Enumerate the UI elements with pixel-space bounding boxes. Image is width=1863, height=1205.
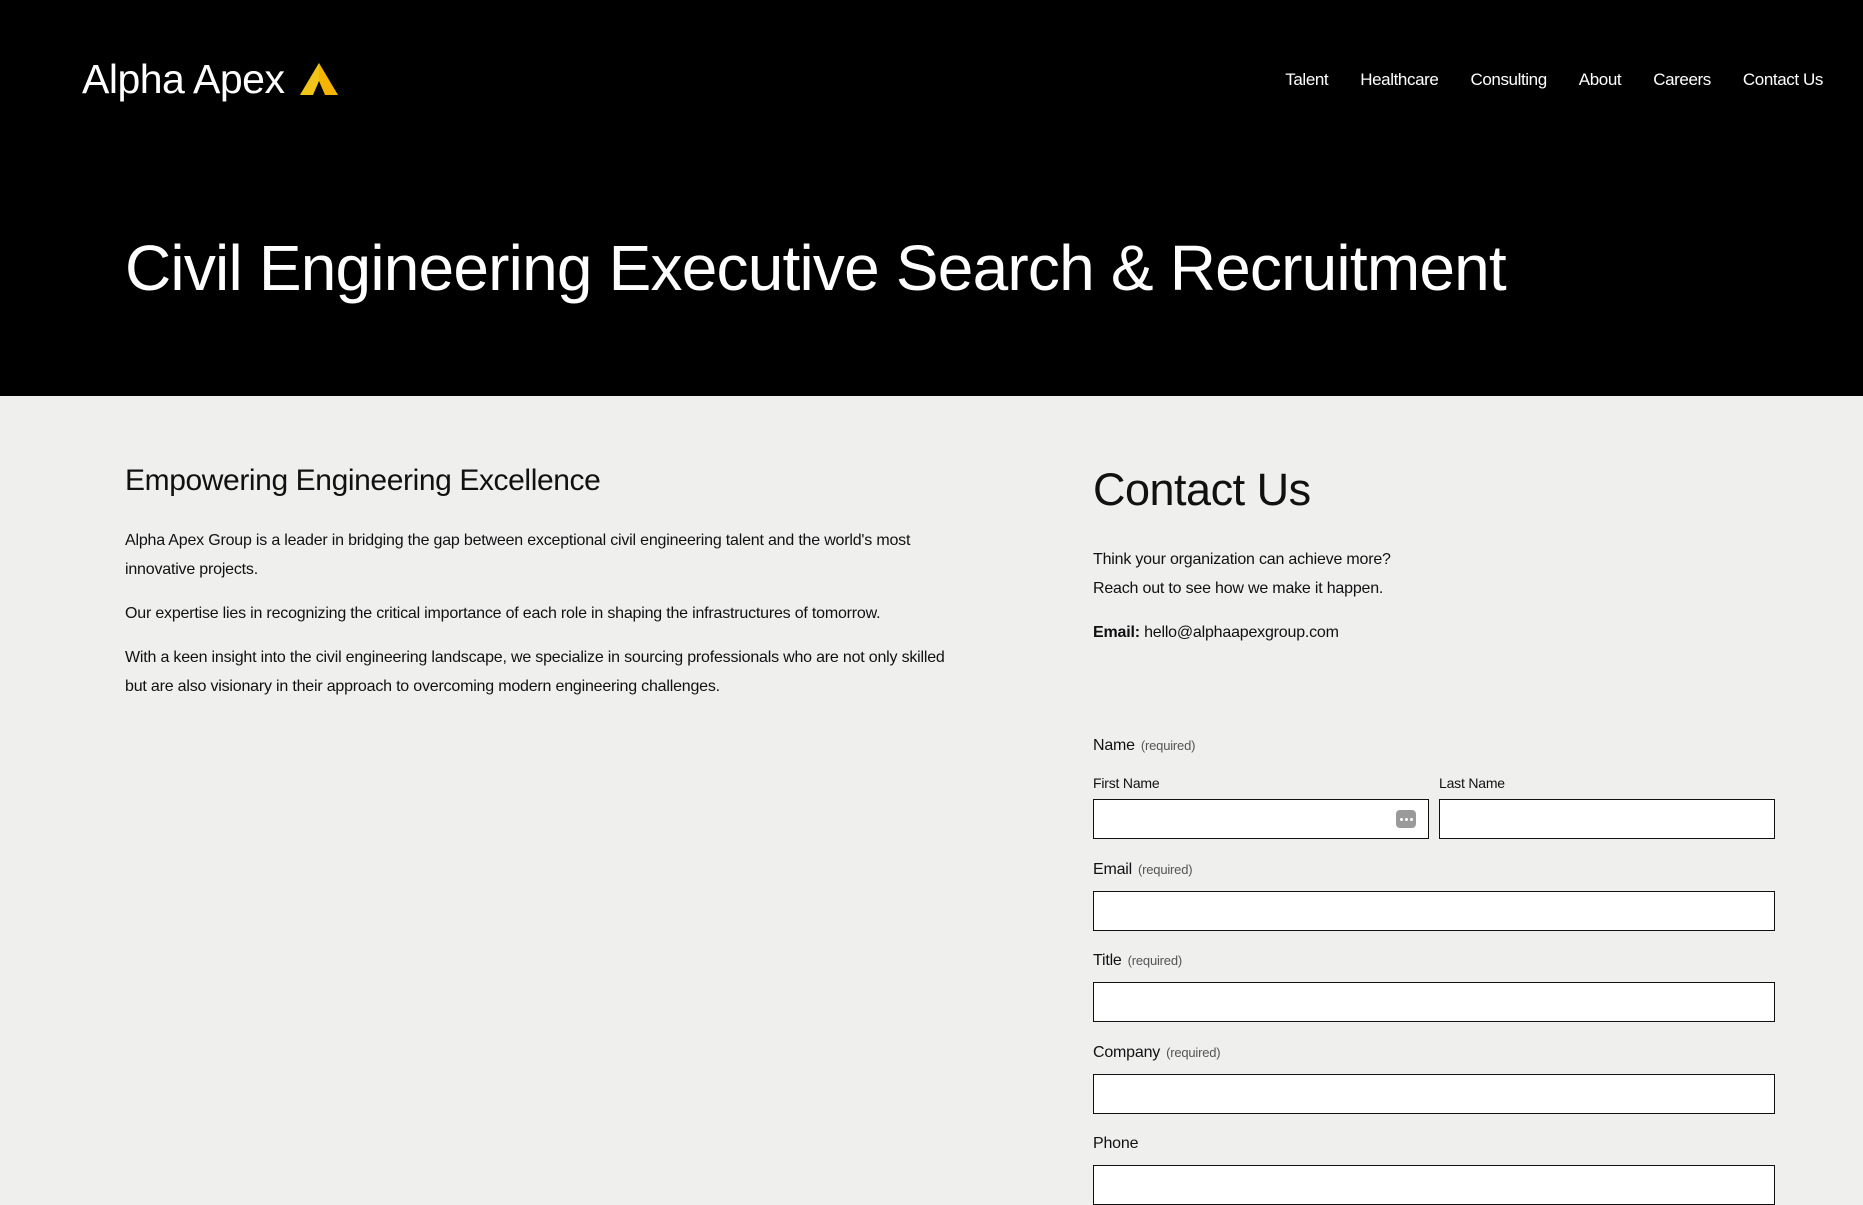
company-field-label: Company (required) (1093, 1044, 1221, 1062)
email-input[interactable] (1093, 891, 1775, 931)
company-field-label-text: Company (1093, 1044, 1161, 1061)
brand-logo[interactable]: Alpha Apex (82, 54, 340, 104)
name-label-text: Name (1093, 737, 1135, 754)
title-input[interactable] (1093, 982, 1775, 1022)
required-note: (required) (1140, 738, 1196, 753)
phone-input[interactable] (1093, 1165, 1775, 1205)
phone-field-label: Phone (1093, 1135, 1138, 1153)
last-name-input[interactable] (1439, 799, 1775, 839)
page-title: Civil Engineering Executive Search & Rec… (125, 232, 1507, 304)
apex-triangle-icon (300, 63, 339, 95)
first-name-input[interactable] (1093, 799, 1429, 839)
intro-paragraph-1: Alpha Apex Group is a leader in bridging… (125, 532, 911, 578)
autofill-icon[interactable] (1396, 810, 1416, 828)
nav-consulting[interactable]: Consulting (1470, 70, 1547, 90)
nav-contact-us[interactable]: Contact Us (1743, 70, 1823, 90)
nav-talent[interactable]: Talent (1285, 70, 1328, 90)
last-name-label: Last Name (1439, 775, 1505, 791)
main-nav: Talent Healthcare Consulting About Caree… (1253, 70, 1823, 90)
required-note: (required) (1138, 862, 1193, 877)
nav-careers[interactable]: Careers (1653, 70, 1711, 90)
required-note: (required) (1166, 1045, 1221, 1060)
hero-header: Alpha Apex Talent Healthcare Consulting … (0, 0, 1863, 396)
title-field-label: Title (required) (1093, 952, 1182, 970)
intro-paragraph-2: Our expertise lies in recognizing the cr… (125, 605, 881, 622)
contact-title: Contact Us (1093, 464, 1311, 515)
required-note: (required) (1127, 953, 1183, 968)
intro-paragraph-3: With a keen insight into the civil engin… (125, 649, 945, 695)
brand-name: Alpha Apex (82, 55, 285, 102)
company-input[interactable] (1093, 1074, 1775, 1114)
name-label: Name (required) (1093, 737, 1195, 755)
first-name-label: First Name (1093, 775, 1160, 791)
phone-field-label-text: Phone (1093, 1135, 1139, 1152)
intro-section: Empowering Engineering Excellence Alpha … (125, 462, 945, 701)
title-field-label-text: Title (1093, 952, 1122, 969)
contact-section: Contact Us Think your organization can a… (1093, 462, 1775, 1205)
email-address[interactable]: hello@alphaapexgroup.com (1144, 624, 1339, 641)
email-label: Email: (1093, 624, 1140, 641)
contact-line-1: Think your organization can achieve more… (1093, 551, 1391, 568)
nav-healthcare[interactable]: Healthcare (1360, 70, 1439, 90)
email-field-label: Email (required) (1093, 861, 1193, 879)
email-field-label-text: Email (1093, 861, 1133, 878)
contact-email: Email: hello@alphaapexgroup.com (1093, 618, 1775, 647)
contact-line-2: Reach out to see how we make it happen. (1093, 580, 1384, 597)
nav-about[interactable]: About (1579, 70, 1622, 90)
intro-heading: Empowering Engineering Excellence (125, 464, 601, 497)
